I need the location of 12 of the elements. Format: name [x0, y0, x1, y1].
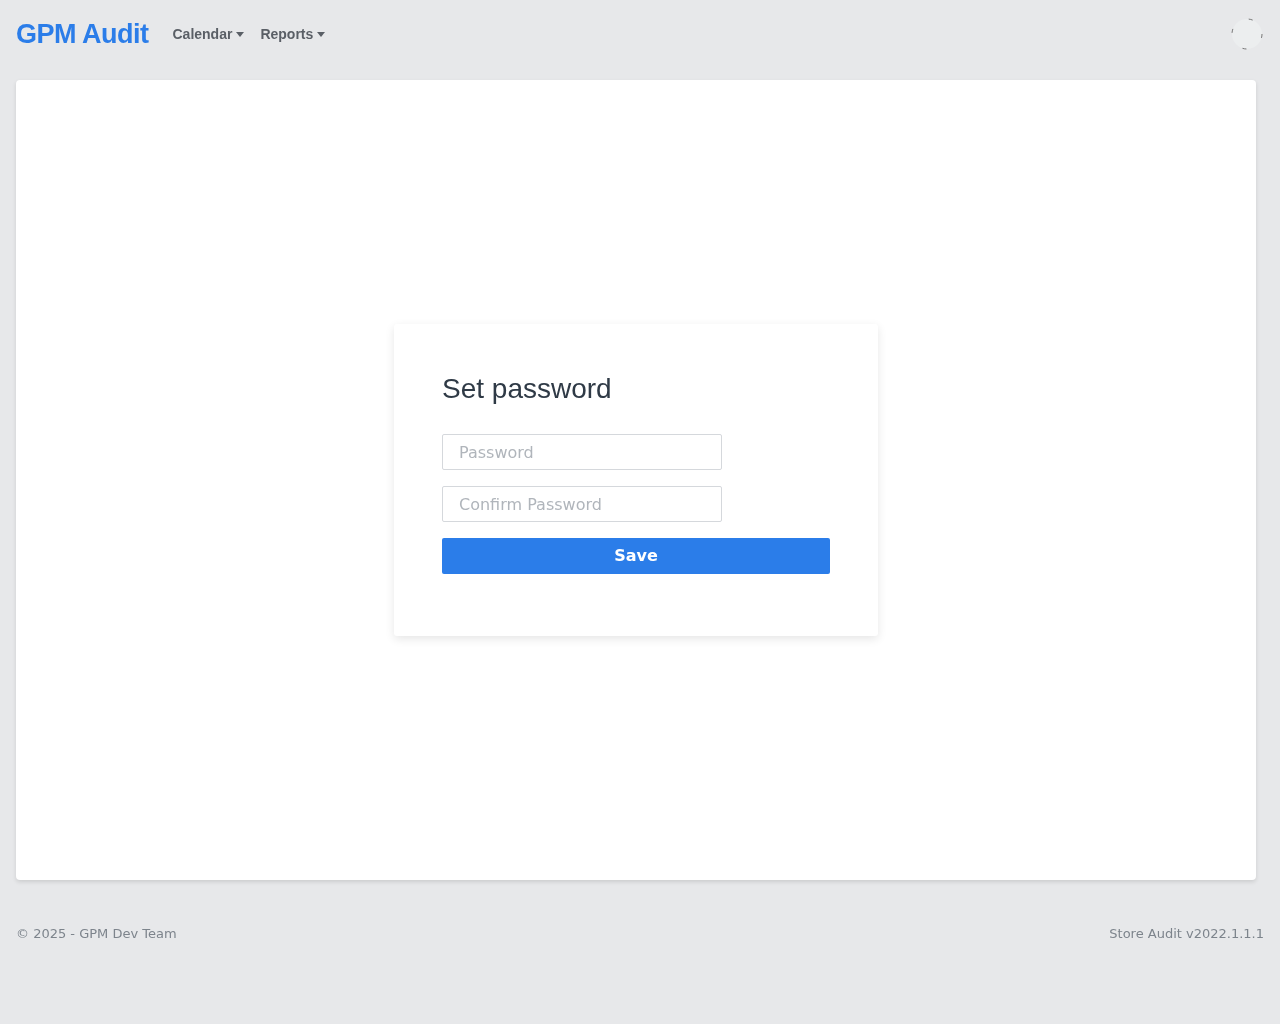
- nav-menu[interactable]: Calendar: [172, 23, 245, 45]
- nav-menu[interactable]: Reports: [260, 23, 326, 45]
- brand-logo[interactable]: GPM Audit: [16, 13, 149, 55]
- copyright-text: © 2025 - GPM Dev Team: [16, 925, 177, 943]
- form-title: Set password: [442, 372, 613, 406]
- avatar-icon[interactable]: [1230, 17, 1264, 51]
- save-button[interactable]: Save: [442, 538, 830, 574]
- caret-icon: [317, 31, 326, 37]
- input-field[interactable]: Confirm Password: [442, 486, 722, 522]
- caret-icon: [236, 31, 245, 37]
- version-text: Store Audit v2022.1.1.1: [1109, 925, 1264, 943]
- input-field[interactable]: Password: [442, 434, 722, 470]
